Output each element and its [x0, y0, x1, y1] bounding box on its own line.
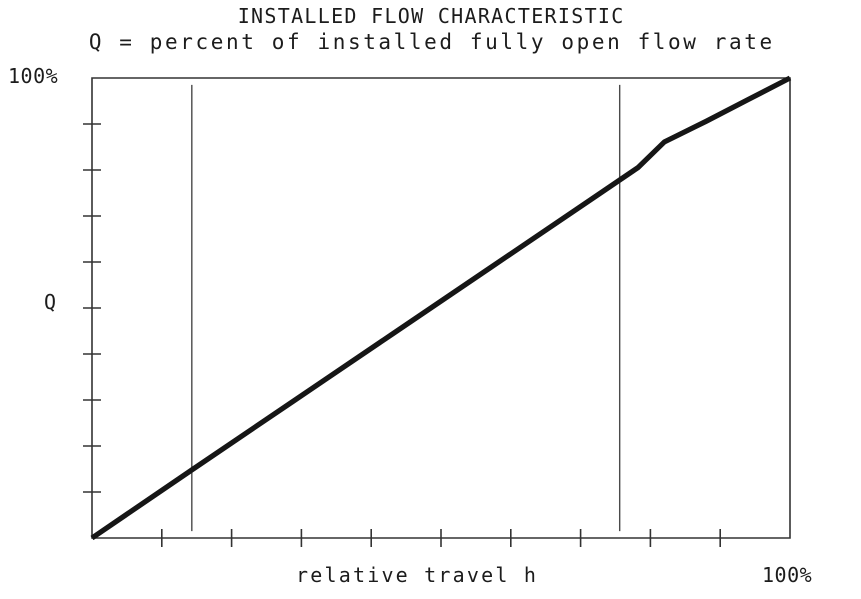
data-line: [90, 75, 792, 541]
x-axis-label: relative travel h: [296, 563, 539, 587]
tick-marks-group: [83, 123, 722, 547]
chart-figure: INSTALLED FLOW CHARACTERISTIC Q = percen…: [0, 0, 861, 599]
y-axis-label: Q: [44, 290, 57, 314]
x-axis-max-label: 100%: [762, 563, 813, 587]
chart-title: INSTALLED FLOW CHARACTERISTIC: [237, 4, 625, 28]
chart-subtitle: Q = percent of installed fully open flow…: [88, 30, 775, 54]
data-curve-group: [90, 75, 792, 541]
plot-area: [83, 75, 792, 547]
y-axis-max-label: 100%: [8, 64, 59, 88]
reference-lines-group: [191, 84, 621, 532]
